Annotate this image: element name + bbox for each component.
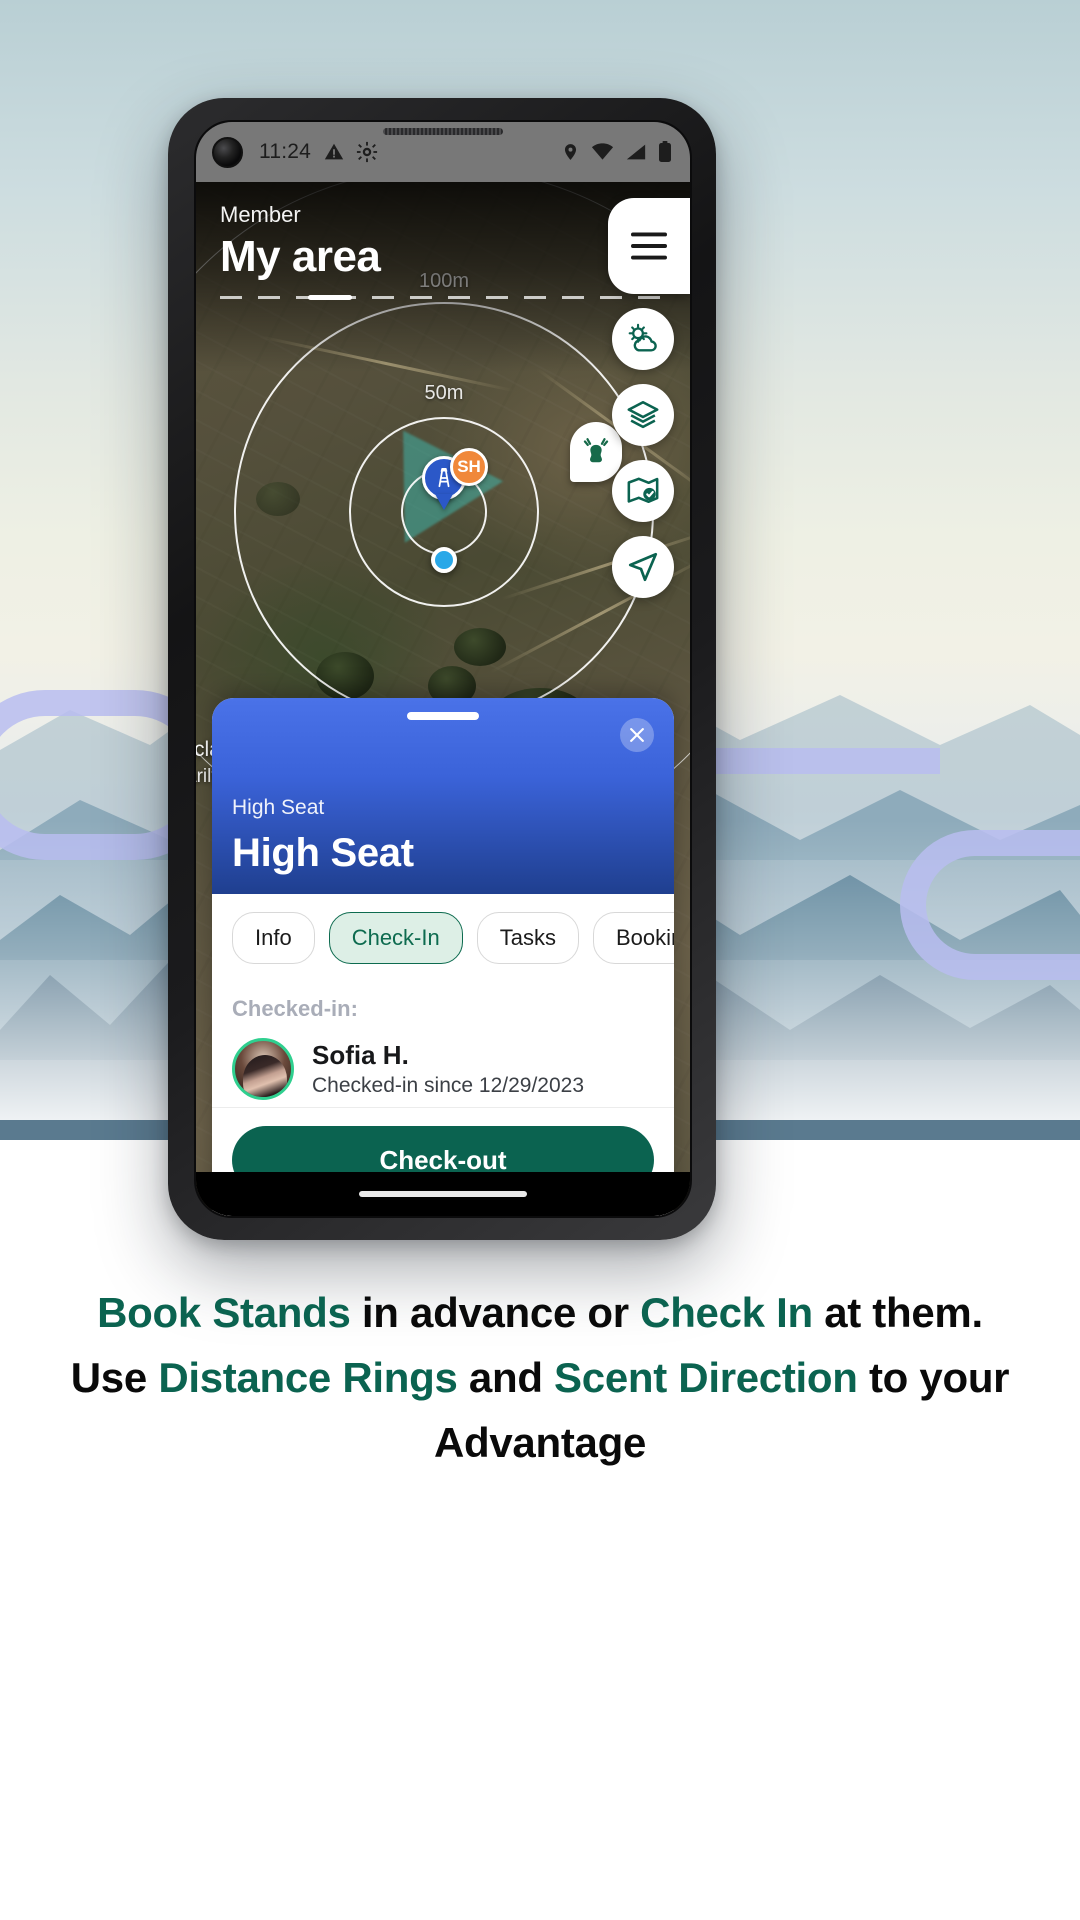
my-location-dot	[431, 547, 457, 573]
high-seat-pin[interactable]: SH	[422, 448, 488, 512]
caption-part-2: in advance or	[350, 1289, 641, 1336]
page-title: My area	[220, 232, 381, 281]
sun-cloud-icon	[628, 323, 657, 352]
android-navigation-bar	[196, 1172, 690, 1216]
sheet-kicker: High Seat	[232, 796, 325, 819]
app-screen: 100m 50m SH ril Member My area High Seat…	[196, 182, 690, 1216]
navigation-arrow-icon	[628, 552, 658, 582]
tab-info[interactable]: Info	[232, 912, 315, 964]
close-icon	[630, 728, 644, 742]
status-bar-left-icons	[323, 141, 378, 163]
locate-me-button[interactable]	[612, 536, 674, 598]
sheet-title: High Seat	[232, 831, 414, 875]
status-bar-clock: 11:24	[259, 140, 311, 163]
ring-label-50m: 50m	[424, 382, 464, 404]
stand-status-badge[interactable]: SH	[450, 448, 488, 486]
pin-tip	[435, 494, 453, 510]
check-in-panel: Checked-in: Sofia H. Checked-in since 12…	[212, 982, 674, 1107]
earpiece-speaker	[383, 128, 503, 135]
map-layers-icon	[627, 400, 659, 429]
gesture-pill[interactable]	[359, 1191, 527, 1197]
caption-part-6: and	[457, 1354, 555, 1402]
tab-check-in[interactable]: Check-In	[328, 912, 463, 964]
front-camera-punchhole	[212, 136, 243, 168]
status-bar-right-icons	[561, 141, 672, 163]
layers-button[interactable]	[612, 384, 674, 446]
caption-part-1: Book Stands	[97, 1289, 351, 1336]
checked-in-label: Checked-in:	[232, 996, 358, 1021]
person-checkin-date: Checked-in since 12/29/2023	[312, 1074, 585, 1097]
caption-part-3: Check In	[640, 1289, 813, 1336]
person-name: Sofia H.	[312, 1040, 409, 1070]
wifi-icon	[591, 142, 614, 162]
hamburger-menu-icon	[631, 232, 667, 260]
warning-triangle-icon	[323, 141, 345, 163]
header-tab-indicator	[220, 295, 666, 300]
tab-booking[interactable]: Booking	[593, 912, 674, 964]
sheet-header: High Seat High Seat	[212, 698, 674, 894]
map-controls-rail	[608, 198, 690, 598]
battery-icon	[658, 141, 672, 163]
phone-screen: 11:24 100m 50m SH ril Member My area Hig…	[194, 120, 692, 1218]
close-sheet-button[interactable]	[620, 718, 654, 752]
detail-bottom-sheet: High Seat High Seat Info Check-In Tasks …	[212, 698, 674, 1216]
avatar	[232, 1038, 294, 1100]
cellular-signal-icon	[625, 142, 647, 162]
decorative-path-right	[900, 830, 1080, 980]
phone-device: 11:24 100m 50m SH ril Member My area Hig…	[168, 98, 716, 1240]
caption-part-7: Scent Direction	[554, 1354, 858, 1402]
sheet-tab-bar[interactable]: Info Check-In Tasks Booking Shots	[212, 894, 674, 982]
checked-in-user-row[interactable]: Sofia H. Checked-in since 12/29/2023	[232, 1038, 654, 1100]
weather-button[interactable]	[612, 308, 674, 370]
flag-map-icon	[627, 477, 659, 504]
location-icon	[561, 141, 580, 163]
tab-tasks[interactable]: Tasks	[476, 912, 579, 964]
menu-button[interactable]	[608, 198, 690, 294]
header-kicker: Member	[220, 202, 301, 227]
marketing-caption: Book Stands in advance or Check In at th…	[0, 1280, 1080, 1475]
gear-icon	[356, 141, 378, 163]
person-text: Sofia H. Checked-in since 12/29/2023	[312, 1040, 584, 1098]
caption-part-5: Distance Rings	[158, 1354, 458, 1402]
area-map-button[interactable]	[612, 460, 674, 522]
sheet-drag-handle[interactable]	[407, 712, 479, 720]
